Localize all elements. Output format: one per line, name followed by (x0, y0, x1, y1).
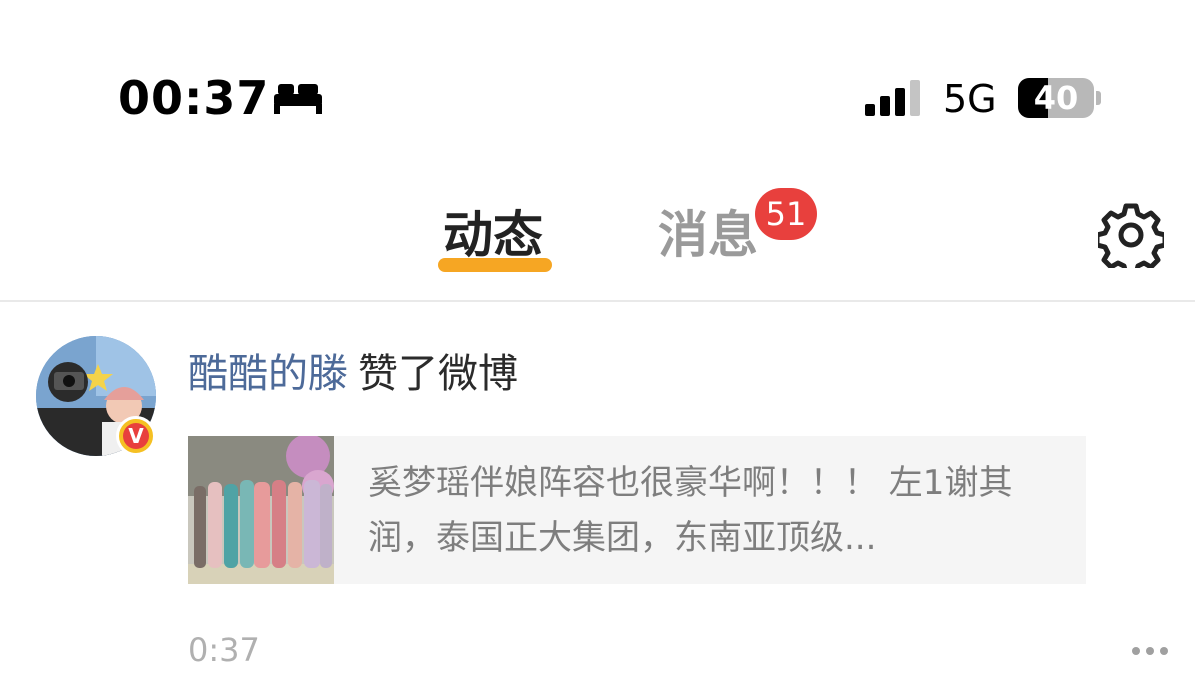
verified-v-icon: V (123, 423, 149, 449)
battery-percent: 40 (1033, 79, 1079, 117)
cellular-signal-icon (865, 80, 920, 116)
tab-dongtai[interactable]: 动态 (443, 204, 543, 266)
active-tab-indicator (438, 258, 552, 272)
username-link[interactable]: 酷酷的滕 (188, 351, 348, 397)
post-excerpt: 奚梦瑶伴娘阵容也很豪华啊！！！ 左1谢其润，泰国正大集团，东南亚顶级... (368, 463, 1013, 558)
liked-post-card[interactable]: 奚梦瑶伴娘阵容也很豪华啊！！！ 左1谢其润，泰国正大集团，东南亚顶级... (188, 436, 1086, 584)
bed-icon (274, 84, 322, 114)
battery-cap (1096, 91, 1101, 105)
feed-headline: 酷酷的滕 赞了微博 (188, 346, 518, 402)
verified-badge: V (116, 416, 156, 456)
post-time: 0:37 (188, 631, 260, 669)
battery-indicator: 40 (1018, 78, 1094, 118)
screen: 00:37 5G 40 动态 消息 51 V 酷酷的滕 赞了微博 奚梦瑶伴娘阵容… (0, 0, 1195, 684)
unread-badge: 51 (755, 188, 817, 240)
post-thumbnail (188, 436, 334, 584)
status-time: 00:37 (118, 71, 270, 125)
action-text: 赞了微博 (358, 351, 518, 397)
header-divider (0, 300, 1195, 302)
network-type: 5G (943, 77, 997, 121)
gear-icon[interactable] (1098, 202, 1164, 268)
more-icon[interactable] (1130, 644, 1170, 658)
tab-xiaoxi[interactable]: 消息 (658, 204, 758, 266)
